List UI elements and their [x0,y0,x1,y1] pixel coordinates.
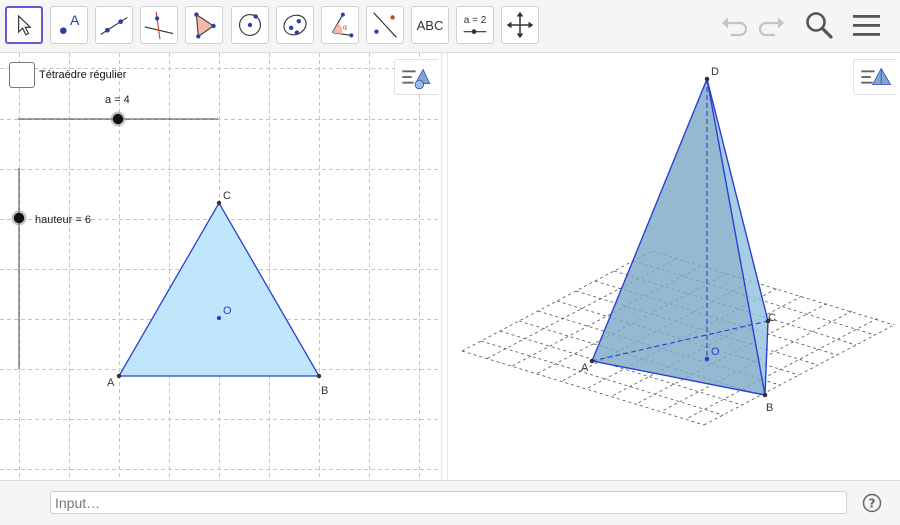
svg-text:?: ? [869,496,876,510]
circle-tool-button[interactable] [231,6,269,44]
point-a-3d [589,358,595,364]
slider-a-label: a = 4 [105,94,130,106]
regular-tetrahedron-toggle[interactable]: Tétraèdre régulier [9,62,126,88]
point-b-3d [762,392,768,398]
graphics-3d-style-bar-toggle[interactable] [853,59,897,95]
point-icon [60,27,67,34]
point-b-3d-label: B [766,402,774,414]
slider-icon [463,29,487,34]
slider-h-label: hauteur = 6 [35,214,91,226]
point-c-3d-label: C [768,312,776,324]
algebra-input-field[interactable] [50,491,847,514]
move-graphics-tool-button[interactable] [501,6,539,44]
slider-h-handle [13,212,25,224]
point-b-2d-label: B [321,385,329,397]
perpendicular-tool-button[interactable] [140,6,178,44]
line-icon [100,16,128,35]
point-a-2d [116,373,122,379]
point-b-2d [316,373,322,379]
style-bar-3d-icon [861,67,892,85]
point-o-3d-label: O [711,346,720,358]
move-tool-button[interactable] [5,6,43,44]
undo-icon [722,17,748,37]
arrow-cursor-icon [18,14,32,36]
input-help-button[interactable]: ? [862,493,882,513]
slider-a-handle [112,113,124,125]
hamburger-menu-icon [853,15,880,36]
graphics-3d-canvas [461,76,895,426]
undo-button[interactable] [718,8,752,42]
move-cross-arrows-icon [506,11,534,39]
graphics-2d-style-bar-toggle[interactable] [394,59,438,95]
graphics-view-2d[interactable]: Tétraèdre régulier a = 4 hauteur = 6 A B… [0,53,441,480]
input-bar: ? [0,480,900,525]
point-tool-letter: A [70,12,80,28]
point-d-3d-label: D [711,66,719,78]
angle-icon: α [331,12,354,38]
slider-tool-button[interactable]: a = 2 [456,6,494,44]
point-o-3d [704,356,710,362]
ellipse-icon [283,14,307,36]
point-tool-button[interactable]: A [50,6,88,44]
reflect-line-icon [373,12,397,38]
redo-icon [758,17,784,37]
point-c-2d [216,200,222,206]
line-tool-button[interactable] [95,6,133,44]
point-d-3d [704,76,710,82]
perpendicular-line-icon [144,11,174,40]
angle-tool-button[interactable]: α [321,6,359,44]
reflect-tool-button[interactable] [366,6,404,44]
circle-icon [239,14,261,36]
help-question-icon: ? [862,493,882,513]
search-button[interactable] [802,8,836,42]
triangle-abc [117,201,321,377]
point-o-2d [216,315,222,321]
style-bar-2d-icon [402,68,431,90]
redo-button[interactable] [754,8,788,42]
text-tool-button[interactable]: ABC [411,6,449,44]
graphics-2d-canvas [0,53,441,480]
point-a-3d-label: A [581,362,589,374]
search-icon [806,12,833,39]
toolbar: A α ABC a = 2 [0,0,900,53]
svg-text:α: α [343,24,348,32]
main-menu-button[interactable] [849,8,883,42]
graphics-view-3d[interactable]: A B C D O [448,53,900,480]
polygon-icon [194,12,216,39]
view-divider[interactable] [441,53,448,480]
text-tool-label: ABC [416,17,444,33]
regular-tetrahedron-label: Tétraèdre régulier [39,69,127,81]
point-o-2d-label: O [223,305,232,317]
polygon-tool-button[interactable] [185,6,223,44]
ellipse-tool-button[interactable] [276,6,314,44]
regular-tetrahedron-checkbox[interactable] [9,62,35,88]
point-c-2d-label: C [223,190,231,202]
point-a-2d-label: A [107,377,115,389]
